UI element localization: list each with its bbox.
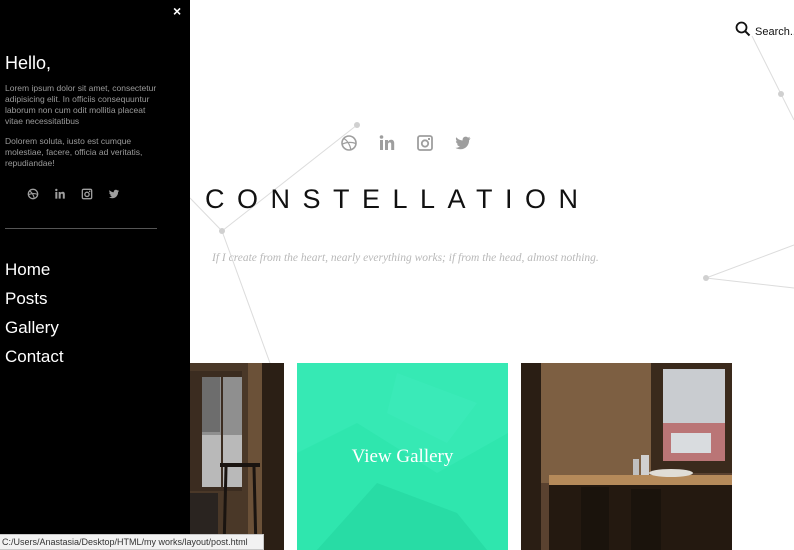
search-box[interactable]: Search.. — [735, 21, 794, 42]
sidebar-secondary-text: Dolorem soluta, iusto est cumque molesti… — [5, 136, 143, 168]
cafe-photo-left — [190, 363, 284, 550]
site-title: CONSTELLATION — [205, 184, 591, 214]
sidebar-nav: Home Posts Gallery Contact — [5, 259, 64, 375]
sidebar-social-links — [27, 187, 120, 200]
close-sidebar-button[interactable]: × — [173, 4, 185, 18]
cafe-photo-right — [521, 363, 732, 550]
view-gallery-tile[interactable]: View Gallery — [297, 363, 508, 550]
view-gallery-label[interactable]: View Gallery — [352, 446, 454, 468]
nav-item-gallery[interactable]: Gallery — [5, 317, 64, 346]
nav-item-contact[interactable]: Contact — [5, 346, 64, 375]
twitter-icon[interactable] — [108, 187, 120, 199]
cafe-photo-tile-left[interactable] — [190, 363, 284, 550]
sidebar-intro-text: Lorem ipsum dolor sit amet, consectetur … — [5, 83, 157, 126]
linkedin-icon[interactable] — [54, 187, 66, 199]
dribbble-icon[interactable] — [27, 187, 39, 200]
instagram-icon[interactable] — [81, 187, 93, 200]
hero-social-links — [340, 134, 472, 152]
search-label[interactable]: Search.. — [755, 26, 794, 38]
twitter-icon[interactable] — [454, 134, 472, 152]
search-icon[interactable] — [735, 21, 751, 42]
nav-item-posts[interactable]: Posts — [5, 288, 64, 317]
nav-item-home[interactable]: Home — [5, 259, 64, 288]
sidebar-panel: × Hello, Lorem ipsum dolor sit amet, con… — [0, 0, 190, 550]
site-tagline: If I create from the heart, nearly every… — [212, 252, 599, 264]
cafe-photo-tile-right[interactable] — [521, 363, 732, 550]
sidebar-greeting: Hello, — [5, 53, 52, 73]
dribbble-icon[interactable] — [340, 134, 358, 152]
linkedin-icon[interactable] — [378, 134, 396, 152]
browser-status-bar: C:/Users/Anastasia/Desktop/HTML/my works… — [0, 534, 264, 550]
sidebar-divider — [5, 228, 157, 229]
instagram-icon[interactable] — [416, 134, 434, 152]
